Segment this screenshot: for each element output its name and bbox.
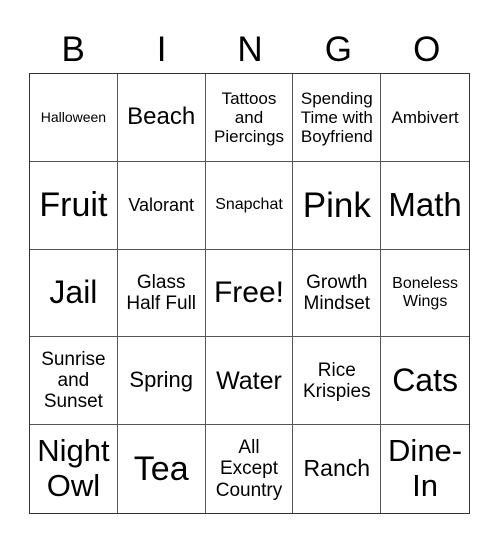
bingo-header: B I N G O <box>29 28 471 72</box>
bingo-cell[interactable]: Valorant <box>117 161 206 250</box>
bingo-cell[interactable]: Dine-In <box>381 425 469 513</box>
bingo-cell[interactable]: All Except Country <box>206 425 294 513</box>
bingo-cell[interactable]: Rice Krispies <box>293 337 382 426</box>
bingo-cell[interactable]: Cats <box>381 337 469 426</box>
bingo-cell[interactable]: Beach <box>117 74 206 162</box>
header-letter-o: O <box>413 30 441 69</box>
bingo-cell[interactable]: Sunrise and Sunset <box>30 337 118 426</box>
bingo-cell[interactable]: Jail <box>30 249 118 338</box>
bingo-cell[interactable]: Growth Mindset <box>293 249 382 338</box>
bingo-cell[interactable]: Tea <box>118 425 206 513</box>
header-letter-b: B <box>61 30 85 69</box>
bingo-cell[interactable]: Pink <box>293 161 382 250</box>
bingo-grid: Halloween Beach Tattoos and Piercings Sp… <box>29 73 470 514</box>
bingo-cell[interactable]: Spending Time with Boyfriend <box>293 74 382 162</box>
bingo-cell[interactable]: Night Owl <box>30 425 118 513</box>
header-letter-n: N <box>237 30 263 69</box>
bingo-cell[interactable]: Boneless Wings <box>381 250 469 338</box>
bingo-cell[interactable]: Ranch <box>293 425 382 513</box>
bingo-cell[interactable]: Tattoos and Piercings <box>205 74 294 162</box>
header-letter-g: G <box>324 30 352 69</box>
bingo-cell[interactable]: Glass Half Full <box>117 249 206 338</box>
free-space-cell[interactable]: Free! <box>205 249 294 338</box>
bingo-cell[interactable]: Halloween <box>30 74 118 162</box>
bingo-cell[interactable]: Snapchat <box>205 161 294 250</box>
header-letter-i: I <box>156 30 167 69</box>
bingo-cell[interactable]: Spring <box>117 337 206 426</box>
bingo-cell[interactable]: Fruit <box>30 161 118 250</box>
bingo-cell[interactable]: Ambivert <box>381 74 469 162</box>
bingo-cell[interactable]: Math <box>381 162 469 250</box>
bingo-cell[interactable]: Water <box>205 337 294 426</box>
